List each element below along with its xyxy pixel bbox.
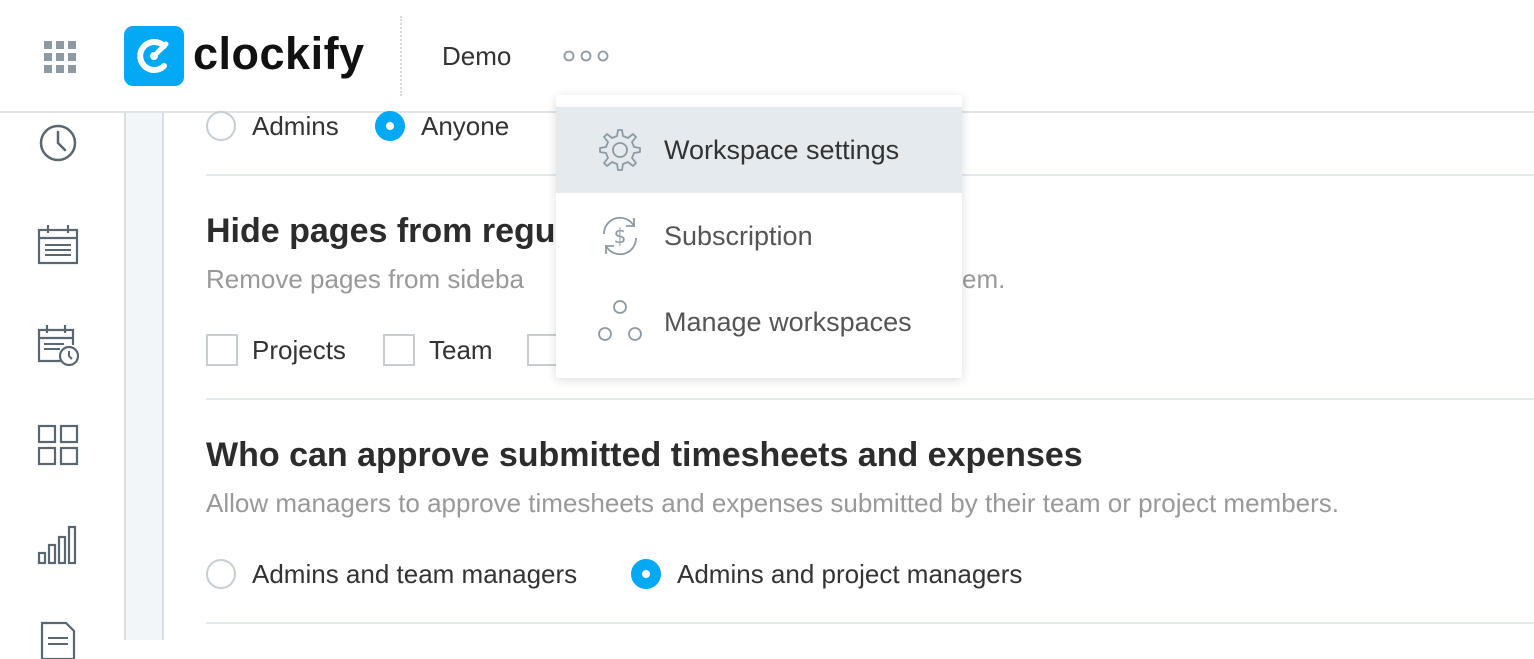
menu-item-workspace-settings[interactable]: Workspace settings	[556, 107, 962, 193]
divider	[206, 622, 1534, 624]
section-desc-approve: Allow managers to approve timesheets and…	[206, 488, 1339, 518]
radio-anyone[interactable]: Anyone	[375, 110, 509, 142]
radio-label: Admins	[252, 111, 339, 141]
app-name: clockify	[193, 28, 365, 79]
topbar-divider	[400, 16, 402, 96]
radio-button-selected[interactable]	[375, 111, 405, 141]
radio-label: Anyone	[421, 111, 510, 141]
radio-admins[interactable]: Admins	[206, 110, 339, 142]
checkbox[interactable]	[383, 334, 415, 366]
divider	[206, 398, 1534, 400]
menu-item-label: Manage workspaces	[664, 307, 912, 337]
menu-item-label: Subscription	[664, 221, 813, 251]
calendar-icon[interactable]	[36, 223, 80, 267]
checkbox-team[interactable]: Team	[383, 334, 493, 366]
subscription-icon: $	[603, 216, 637, 256]
radio-button[interactable]	[206, 559, 236, 589]
dashboard-icon[interactable]	[36, 423, 80, 467]
radio-button-selected[interactable]	[631, 559, 661, 589]
section-title-approve: Who can approve submitted timesheets and…	[206, 436, 1083, 474]
radio-admins-project-managers[interactable]: Admins and project managers	[631, 558, 1022, 590]
calendar-clock-icon[interactable]	[36, 323, 80, 367]
section-title-hide-pages: Hide pages from regu	[206, 212, 556, 250]
menu-item-label: Workspace settings	[664, 135, 900, 165]
radio-label: Admins and team managers	[252, 559, 578, 589]
radio-button[interactable]	[206, 111, 236, 141]
menu-item-subscription[interactable]: $ Subscription	[556, 193, 962, 279]
workspaces-icon	[598, 300, 642, 341]
document-icon[interactable]	[36, 615, 80, 659]
checkbox-projects[interactable]: Projects	[206, 334, 346, 366]
workspace-name[interactable]: Demo	[442, 38, 511, 74]
clock-icon[interactable]	[36, 121, 80, 165]
sidebar	[0, 113, 124, 659]
gear-icon	[599, 129, 641, 171]
checkbox[interactable]	[206, 334, 238, 366]
section-desc-hide-pages-tail: em.	[962, 264, 1006, 294]
checkbox-label: Projects	[252, 335, 346, 365]
checkbox[interactable]	[527, 334, 559, 366]
menu-item-manage-workspaces[interactable]: Manage workspaces	[556, 279, 962, 365]
clockify-logo[interactable]	[124, 26, 184, 86]
reports-icon[interactable]	[36, 523, 80, 567]
section-desc-hide-pages: Remove pages from sideba	[206, 264, 524, 294]
more-options-icon[interactable]	[563, 48, 609, 64]
radio-admins-team-managers[interactable]: Admins and team managers	[206, 558, 577, 590]
svg-text:$: $	[614, 224, 627, 248]
apps-grid-icon[interactable]	[43, 40, 77, 74]
checkbox-label: Team	[429, 335, 493, 365]
content-gutter	[126, 113, 164, 640]
radio-label: Admins and project managers	[677, 559, 1023, 589]
workspace-dropdown-menu: Workspace settings $ Subscription Manage…	[556, 95, 962, 378]
